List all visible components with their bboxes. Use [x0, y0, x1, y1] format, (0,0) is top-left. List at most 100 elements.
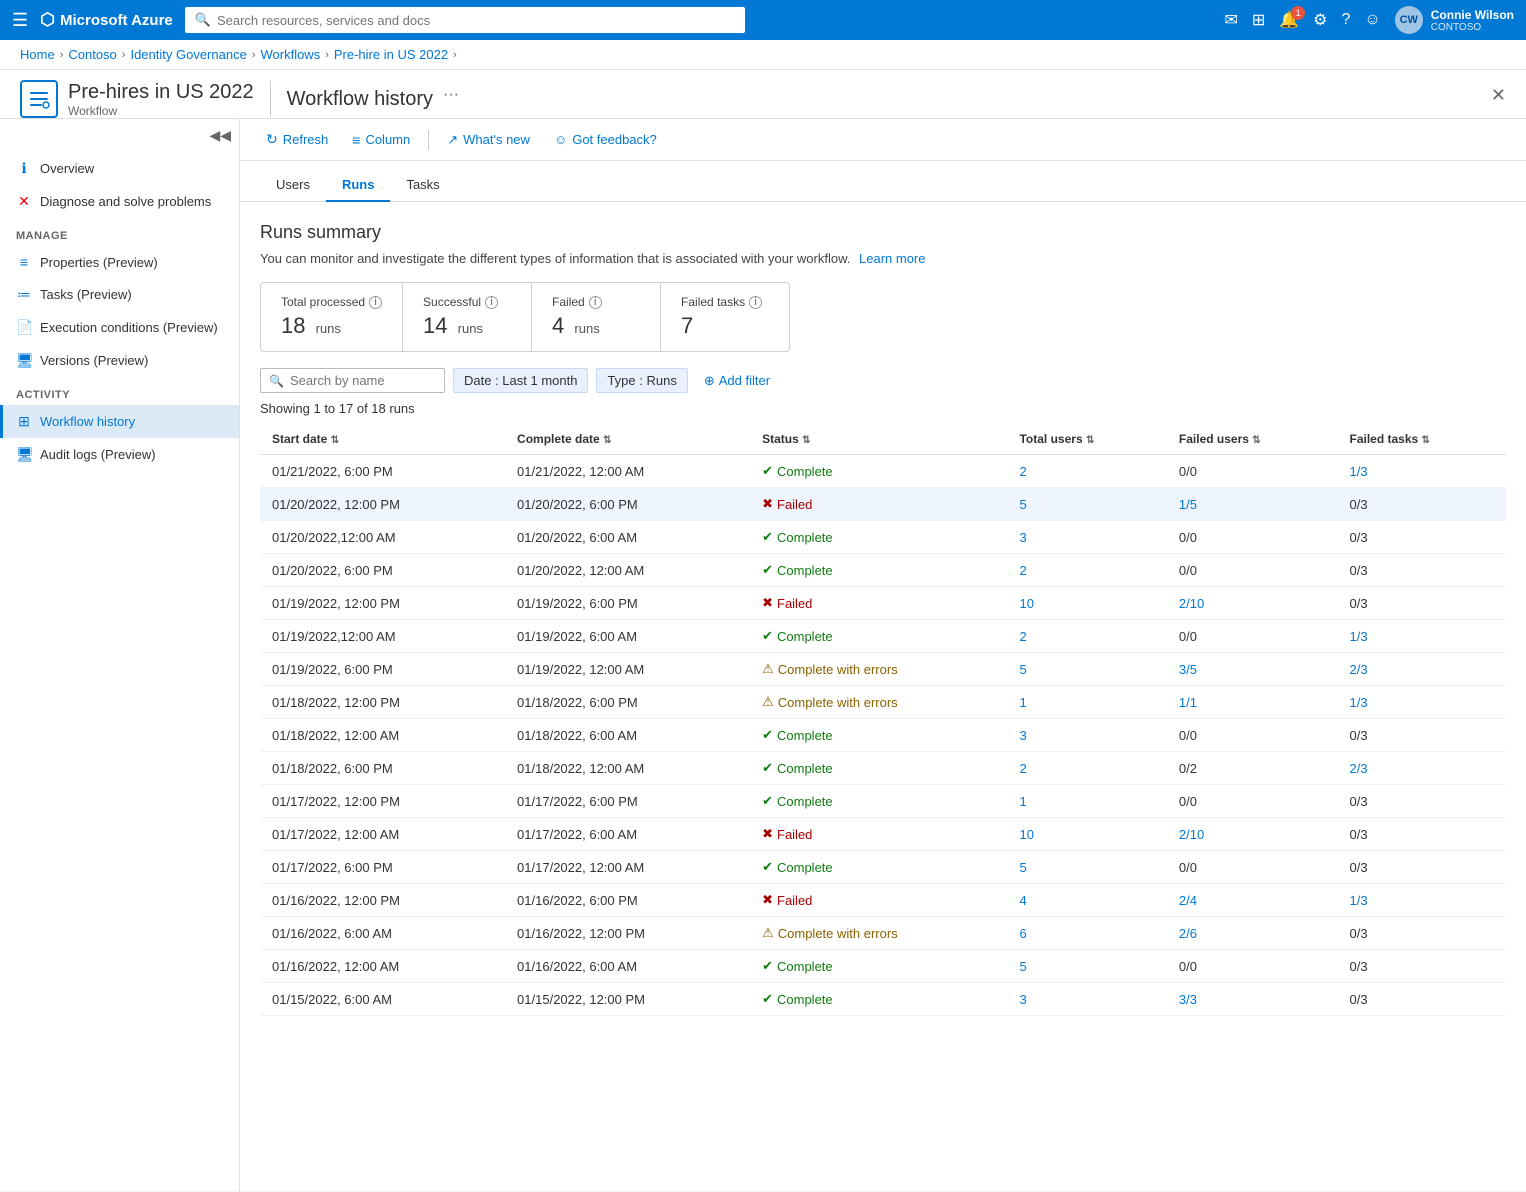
search-input[interactable] [217, 13, 735, 28]
breadcrumb-pre-hire[interactable]: Pre-hire in US 2022 [334, 47, 448, 62]
table-row[interactable]: 01/17/2022, 12:00 AM01/17/2022, 6:00 AM✖… [260, 818, 1506, 851]
search-by-name-input[interactable] [290, 373, 430, 388]
search-box[interactable]: 🔍 [260, 368, 445, 393]
cell-total-users[interactable]: 4 [1007, 884, 1166, 917]
table-row[interactable]: 01/18/2022, 12:00 PM01/18/2022, 6:00 PM⚠… [260, 686, 1506, 719]
cell-total-users[interactable]: 1 [1007, 686, 1166, 719]
cell-failed-users[interactable]: 3/5 [1167, 653, 1338, 686]
close-button[interactable]: ✕ [1491, 85, 1506, 114]
cell-total-users[interactable]: 3 [1007, 719, 1166, 752]
table-row[interactable]: 01/18/2022, 12:00 AM01/18/2022, 6:00 AM✔… [260, 719, 1506, 752]
tab-users[interactable]: Users [260, 169, 326, 202]
total-users-link[interactable]: 3 [1019, 530, 1026, 545]
table-row[interactable]: 01/19/2022, 12:00 PM01/19/2022, 6:00 PM✖… [260, 587, 1506, 620]
cell-failed-tasks[interactable]: 1/3 [1338, 620, 1507, 653]
cell-failed-users[interactable]: 1/1 [1167, 686, 1338, 719]
breadcrumb-identity-governance[interactable]: Identity Governance [130, 47, 246, 62]
sidebar-item-versions[interactable]: 🖥 Versions (Preview) [0, 344, 239, 377]
help-icon[interactable]: ? [1342, 11, 1351, 29]
total-users-link[interactable]: 1 [1019, 794, 1026, 809]
failed-tasks-link[interactable]: 1/3 [1350, 695, 1368, 710]
table-row[interactable]: 01/18/2022, 6:00 PM01/18/2022, 12:00 AM✔… [260, 752, 1506, 785]
table-row[interactable]: 01/16/2022, 12:00 PM01/16/2022, 6:00 PM✖… [260, 884, 1506, 917]
failed-tasks-link[interactable]: 2/3 [1350, 761, 1368, 776]
failed-users-link[interactable]: 2/6 [1179, 926, 1197, 941]
total-users-link[interactable]: 2 [1019, 563, 1026, 578]
cell-failed-tasks[interactable]: 1/3 [1338, 686, 1507, 719]
total-users-link[interactable]: 5 [1019, 497, 1026, 512]
info-icon-total[interactable]: i [369, 296, 382, 309]
mail-icon[interactable]: ✉ [1224, 10, 1237, 30]
cell-total-users[interactable]: 5 [1007, 851, 1166, 884]
breadcrumb-home[interactable]: Home [20, 47, 55, 62]
cell-failed-users[interactable]: 2/10 [1167, 818, 1338, 851]
failed-users-link[interactable]: 2/10 [1179, 827, 1204, 842]
settings-icon[interactable]: ⚙ [1313, 10, 1327, 30]
search-bar[interactable]: 🔍 [185, 7, 745, 33]
portal-icon[interactable]: ⊞ [1252, 10, 1265, 30]
failed-tasks-link[interactable]: 1/3 [1350, 464, 1368, 479]
cell-total-users[interactable]: 3 [1007, 983, 1166, 1016]
date-filter-chip[interactable]: Date : Last 1 month [453, 368, 588, 393]
sidebar-item-workflow-history[interactable]: ⊞ Workflow history [0, 405, 239, 438]
total-users-link[interactable]: 2 [1019, 761, 1026, 776]
table-row[interactable]: 01/19/2022,12:00 AM01/19/2022, 6:00 AM✔C… [260, 620, 1506, 653]
hamburger-icon[interactable]: ☰ [12, 10, 28, 31]
more-options-button[interactable]: ··· [443, 86, 459, 112]
collapse-icon[interactable]: ◀◀ [209, 127, 231, 144]
tab-tasks[interactable]: Tasks [390, 169, 455, 202]
feedback-icon[interactable]: ☺ [1364, 11, 1380, 29]
breadcrumb-workflows[interactable]: Workflows [260, 47, 320, 62]
total-users-link[interactable]: 1 [1019, 695, 1026, 710]
cell-total-users[interactable]: 10 [1007, 818, 1166, 851]
table-row[interactable]: 01/21/2022, 6:00 PM01/21/2022, 12:00 AM✔… [260, 455, 1506, 488]
info-icon-failed-tasks[interactable]: i [749, 296, 762, 309]
learn-more-link[interactable]: Learn more [859, 251, 925, 266]
col-complete-date[interactable]: Complete date ⇅ [505, 424, 750, 455]
sidebar-item-execution[interactable]: 📄 Execution conditions (Preview) [0, 311, 239, 344]
cell-failed-users[interactable]: 2/4 [1167, 884, 1338, 917]
table-row[interactable]: 01/19/2022, 6:00 PM01/19/2022, 12:00 AM⚠… [260, 653, 1506, 686]
col-status[interactable]: Status ⇅ [750, 424, 1007, 455]
failed-tasks-link[interactable]: 1/3 [1350, 629, 1368, 644]
failed-users-link[interactable]: 2/4 [1179, 893, 1197, 908]
table-row[interactable]: 01/16/2022, 6:00 AM01/16/2022, 12:00 PM⚠… [260, 917, 1506, 950]
failed-users-link[interactable]: 3/3 [1179, 992, 1197, 1007]
total-users-link[interactable]: 10 [1019, 827, 1033, 842]
failed-tasks-link[interactable]: 2/3 [1350, 662, 1368, 677]
cell-failed-users[interactable]: 2/6 [1167, 917, 1338, 950]
refresh-button[interactable]: ↻ Refresh [260, 127, 334, 152]
failed-users-link[interactable]: 3/5 [1179, 662, 1197, 677]
info-icon-successful[interactable]: i [485, 296, 498, 309]
total-users-link[interactable]: 5 [1019, 860, 1026, 875]
cell-total-users[interactable]: 10 [1007, 587, 1166, 620]
cell-failed-users[interactable]: 2/10 [1167, 587, 1338, 620]
table-row[interactable]: 01/16/2022, 12:00 AM01/16/2022, 6:00 AM✔… [260, 950, 1506, 983]
user-profile[interactable]: CW Connie Wilson CONTOSO [1395, 6, 1514, 34]
breadcrumb-contoso[interactable]: Contoso [68, 47, 116, 62]
cell-failed-tasks[interactable]: 2/3 [1338, 752, 1507, 785]
add-filter-button[interactable]: ⊕ Add filter [696, 369, 778, 393]
total-users-link[interactable]: 2 [1019, 629, 1026, 644]
table-row[interactable]: 01/20/2022,12:00 AM01/20/2022, 6:00 AM✔C… [260, 521, 1506, 554]
table-row[interactable]: 01/17/2022, 6:00 PM01/17/2022, 12:00 AM✔… [260, 851, 1506, 884]
feedback-button[interactable]: ☺ Got feedback? [548, 128, 663, 151]
failed-users-link[interactable]: 1/5 [1179, 497, 1197, 512]
total-users-link[interactable]: 5 [1019, 959, 1026, 974]
cell-total-users[interactable]: 3 [1007, 521, 1166, 554]
sidebar-item-tasks[interactable]: ≔ Tasks (Preview) [0, 278, 239, 311]
info-icon-failed[interactable]: i [589, 296, 602, 309]
sidebar-item-diagnose[interactable]: ✕ Diagnose and solve problems [0, 185, 239, 218]
failed-users-link[interactable]: 1/1 [1179, 695, 1197, 710]
cell-failed-tasks[interactable]: 1/3 [1338, 884, 1507, 917]
col-failed-tasks[interactable]: Failed tasks ⇅ [1338, 424, 1507, 455]
cell-total-users[interactable]: 1 [1007, 785, 1166, 818]
cell-total-users[interactable]: 2 [1007, 752, 1166, 785]
cell-total-users[interactable]: 2 [1007, 620, 1166, 653]
total-users-link[interactable]: 3 [1019, 992, 1026, 1007]
whats-new-button[interactable]: ↗ What's new [441, 128, 536, 152]
cell-total-users[interactable]: 6 [1007, 917, 1166, 950]
table-row[interactable]: 01/15/2022, 6:00 AM01/15/2022, 12:00 PM✔… [260, 983, 1506, 1016]
type-filter-chip[interactable]: Type : Runs [596, 368, 687, 393]
cell-total-users[interactable]: 5 [1007, 488, 1166, 521]
